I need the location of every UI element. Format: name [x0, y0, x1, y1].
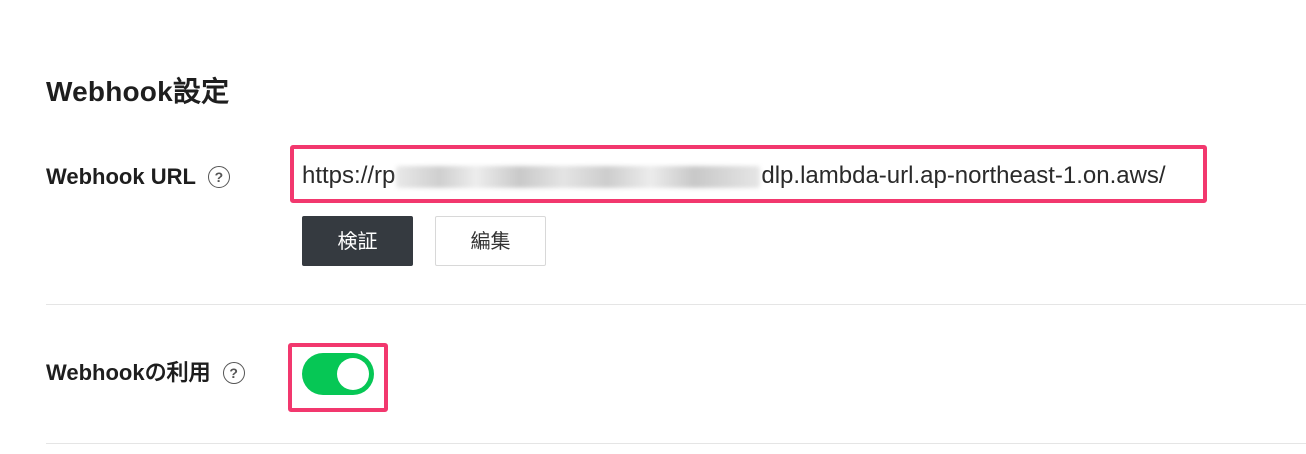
- webhook-url-row-label: Webhook URL ?: [46, 162, 230, 192]
- help-icon[interactable]: ?: [207, 166, 230, 188]
- webhook-use-row-label: Webhookの利用 ?: [46, 358, 245, 388]
- section-title: Webhook設定: [46, 76, 230, 107]
- webhook-settings-page: Webhook設定 Webhook URL ? https://rp dlp.la…: [0, 0, 1306, 454]
- divider: [46, 443, 1306, 444]
- toggle-highlight-box: [288, 343, 388, 412]
- help-icon[interactable]: ?: [222, 362, 245, 384]
- divider: [46, 304, 1306, 305]
- verify-button[interactable]: 検証: [302, 216, 413, 266]
- webhook-use-label: Webhookの利用: [46, 360, 211, 385]
- url-highlight-box: [290, 145, 1207, 203]
- webhook-url-label: Webhook URL: [46, 164, 196, 189]
- edit-button[interactable]: 編集: [435, 216, 546, 266]
